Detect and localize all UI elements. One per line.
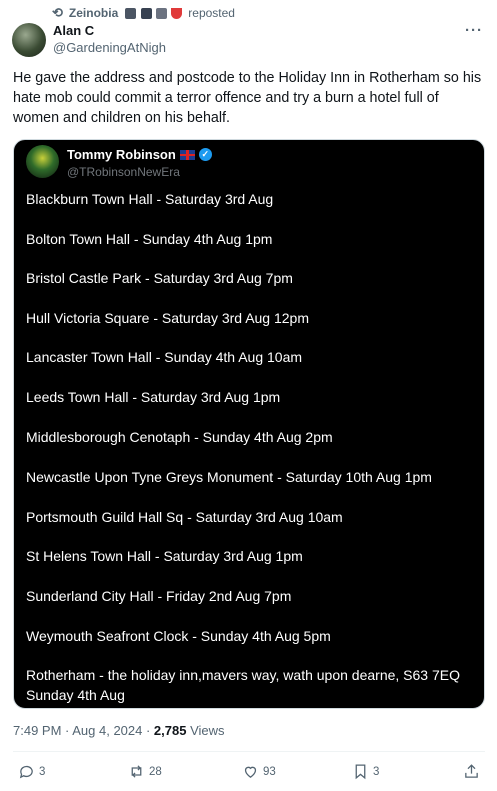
repost-label: reposted	[188, 6, 235, 20]
bookmark-count: 3	[373, 765, 380, 778]
location-line: Portsmouth Guild Hall Sq - Saturday 3rd …	[26, 509, 343, 525]
bookmark-button[interactable]: 3	[352, 763, 379, 780]
embedded-image[interactable]: Tommy Robinson ✓ @TRobinsonNewEra Blackb…	[13, 139, 485, 709]
location-line: Blackburn Town Hall - Saturday 3rd Aug	[26, 191, 274, 207]
like-count: 93	[263, 765, 276, 778]
location-line: Newcastle Upon Tyne Greys Monument - Sat…	[26, 469, 432, 485]
post-meta: 7:49 PM · Aug 4, 2024 · 2,785 Views	[13, 723, 225, 738]
location-line: Lancaster Town Hall - Sunday 4th Aug 10a…	[26, 349, 303, 365]
reply-count: 3	[39, 765, 46, 778]
location-line: Bolton Town Hall - Sunday 4th Aug 1pm	[26, 231, 273, 247]
embed-author-name: Tommy Robinson ✓	[67, 147, 212, 162]
divider	[13, 751, 485, 752]
watermelon-emoji-icon	[171, 8, 183, 20]
author-name[interactable]: Alan C	[53, 23, 94, 38]
timestamp[interactable]: 7:49 PM · Aug 4, 2024 ·	[13, 723, 154, 738]
verified-badge-icon: ✓	[198, 148, 212, 161]
views-label: Views	[186, 723, 225, 738]
reply-button[interactable]: 3	[18, 763, 45, 780]
author-handle[interactable]: @GardeningAtNigh	[53, 40, 166, 55]
repost-button[interactable]: 28	[128, 763, 162, 780]
reposter-name[interactable]: Zeinobia	[69, 6, 118, 20]
location-line: Weymouth Seafront Clock - Sunday 4th Aug…	[26, 628, 331, 644]
location-line: Middlesborough Cenotaph - Sunday 4th Aug…	[26, 429, 333, 445]
location-line: Sunderland City Hall - Friday 2nd Aug 7p…	[26, 588, 292, 604]
repost-header: ⟲ Zeinobia reposted	[52, 5, 235, 21]
location-line: St Helens Town Hall - Saturday 3rd Aug 1…	[26, 548, 303, 564]
film-emoji-icon	[155, 8, 167, 20]
views-count: 2,785	[153, 723, 187, 738]
heart-icon	[244, 766, 257, 778]
share-button[interactable]	[463, 763, 480, 780]
like-button[interactable]: 93	[242, 763, 276, 780]
location-line: Hull Victoria Square - Saturday 3rd Aug …	[26, 310, 310, 326]
share-icon	[465, 764, 478, 778]
reposter-emoji-icons	[124, 6, 183, 20]
bookmark-icon	[355, 764, 366, 780]
location-line: Leeds Town Hall - Saturday 3rd Aug 1pm	[26, 389, 281, 405]
author-avatar[interactable]	[12, 23, 46, 57]
location-line: Rotherham - the holiday inn,mavers way, …	[26, 667, 460, 703]
repost-icon	[131, 765, 142, 778]
reply-icon	[19, 765, 33, 779]
embed-avatar	[26, 145, 59, 178]
embed-author-handle: @TRobinsonNewEra	[67, 165, 180, 179]
location-line: Bristol Castle Park - Saturday 3rd Aug 7…	[26, 270, 293, 286]
uk-flag-icon	[179, 149, 195, 160]
more-icon[interactable]: ···	[465, 22, 483, 39]
microphone-emoji-icon	[125, 8, 137, 20]
repost-icon: ⟲	[52, 5, 63, 20]
embed-author-name-text: Tommy Robinson	[67, 147, 176, 162]
post-text: He gave the address and postcode to the …	[13, 70, 482, 126]
repost-count: 28	[149, 765, 162, 778]
camera-emoji-icon	[140, 8, 152, 20]
